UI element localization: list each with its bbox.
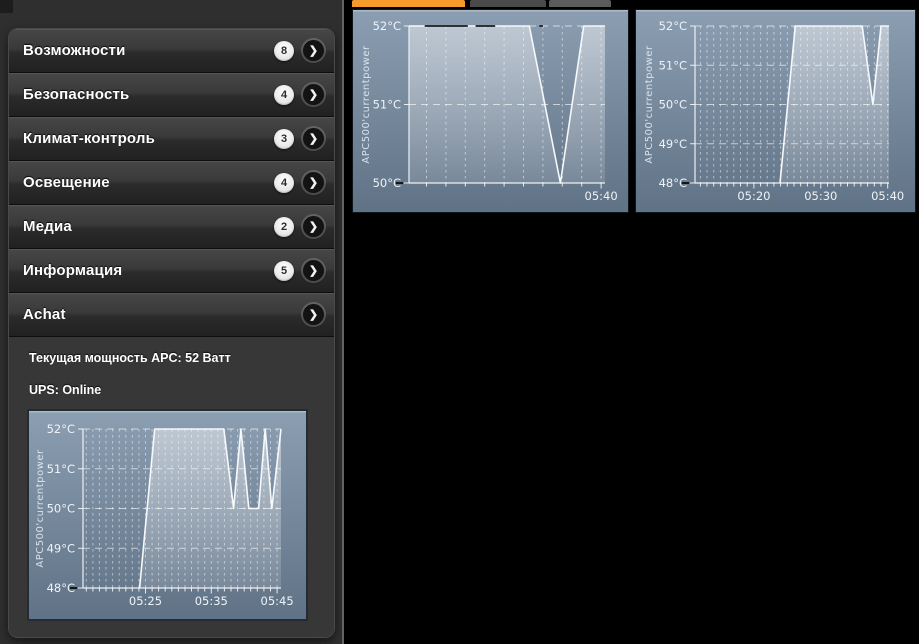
sidebar-item[interactable]: Возможности 8 ❯ (9, 29, 334, 73)
svg-text:05:25: 05:25 (129, 594, 162, 608)
corner-notch (0, 0, 13, 13)
sidebar-item[interactable]: Achat ❯ (9, 293, 334, 337)
chevron-right-icon[interactable]: ❯ (303, 172, 324, 193)
chevron-right-icon[interactable]: ❯ (303, 304, 324, 325)
svg-text:50°C: 50°C (659, 98, 687, 112)
svg-text:05:40: 05:40 (871, 189, 904, 203)
svg-text:52°C: 52°C (47, 422, 75, 436)
sidebar-item-label: Медиа (23, 218, 72, 235)
sidebar: Возможности 8 ❯ Безопасность 4 ❯ Климат-… (0, 0, 342, 644)
chevron-right-icon[interactable]: ❯ (303, 260, 324, 281)
sidebar-content-divider (342, 0, 344, 644)
svg-text:05:45: 05:45 (261, 594, 294, 608)
ups-status-text: UPS: Online (29, 383, 102, 397)
sidebar-item[interactable]: Информация 5 ❯ (9, 249, 334, 293)
svg-text:05:20: 05:20 (737, 189, 770, 203)
sidebar-item[interactable]: Безопасность 4 ❯ (9, 73, 334, 117)
tab-2[interactable] (470, 0, 546, 7)
chevron-right-icon[interactable]: ❯ (303, 216, 324, 237)
menu-rows: Возможности 8 ❯ Безопасность 4 ❯ Климат-… (9, 29, 334, 337)
svg-text:05:40: 05:40 (585, 189, 618, 203)
chart-panel-ups-power[interactable]: 48°C 49°C 50°C 51°C 52°C 05:25 05:35 05:45 APC50… (27, 409, 308, 621)
svg-text:49°C: 49°C (659, 137, 687, 151)
apc-power-text: Текущая мощность APC: 52 Ватт (29, 351, 231, 365)
sidebar-item-label: Безопасность (23, 86, 130, 103)
chart-panel-power-history[interactable]: 48°C 49°C 50°C 51°C 52°C 05:20 05:30 05:40 APC50… (635, 9, 916, 213)
chart-svg: 50°C 51°C 52°C 05:40 APC500'currentpower (353, 10, 628, 212)
count-badge: 2 (274, 216, 294, 237)
chart-panel-power-zoomed[interactable]: 50°C 51°C 52°C 05:40 APC500'currentpower (352, 9, 629, 213)
sidebar-item-label: Информация (23, 262, 123, 279)
svg-text:51°C: 51°C (373, 98, 401, 112)
svg-text:APC500'currentpower: APC500'currentpower (644, 45, 655, 164)
svg-text:52°C: 52°C (659, 19, 687, 33)
count-badge: 5 (274, 260, 294, 281)
svg-text:51°C: 51°C (659, 58, 687, 72)
chevron-right-icon[interactable]: ❯ (303, 40, 324, 61)
svg-text:48°C: 48°C (659, 176, 687, 190)
svg-text:APC500'currentpower: APC500'currentpower (361, 45, 372, 164)
sidebar-item-label: Возможности (23, 42, 126, 59)
chevron-right-icon[interactable]: ❯ (303, 84, 324, 105)
achat-expanded-panel: Текущая мощность APC: 52 Ватт UPS: Onlin… (9, 337, 334, 637)
svg-text:05:35: 05:35 (195, 594, 228, 608)
sidebar-item[interactable]: Освещение 4 ❯ (9, 161, 334, 205)
tab-3[interactable] (549, 0, 611, 7)
chart-svg: 48°C 49°C 50°C 51°C 52°C 05:20 05:30 05:40 APC50… (636, 10, 915, 212)
svg-text:50°C: 50°C (373, 176, 401, 190)
svg-text:50°C: 50°C (47, 502, 75, 516)
svg-text:APC500'currentpower: APC500'currentpower (35, 449, 46, 568)
chevron-right-icon[interactable]: ❯ (303, 128, 324, 149)
app-root: Возможности 8 ❯ Безопасность 4 ❯ Климат-… (0, 0, 919, 644)
sidebar-item-label: Освещение (23, 174, 110, 191)
svg-text:48°C: 48°C (47, 581, 75, 595)
svg-text:49°C: 49°C (47, 541, 75, 555)
svg-text:51°C: 51°C (47, 462, 75, 476)
sidebar-item[interactable]: Климат-контроль 3 ❯ (9, 117, 334, 161)
count-badge: 4 (274, 172, 294, 193)
sidebar-item[interactable]: Медиа 2 ❯ (9, 205, 334, 249)
count-badge: 8 (274, 40, 294, 61)
svg-text:05:30: 05:30 (804, 189, 837, 203)
sidebar-item-label: Климат-контроль (23, 130, 156, 147)
svg-text:52°C: 52°C (373, 19, 401, 33)
sidebar-item-label: Achat (23, 306, 66, 323)
accordion-menu: Возможности 8 ❯ Безопасность 4 ❯ Климат-… (8, 28, 335, 638)
count-badge: 3 (274, 128, 294, 149)
chart-svg: 48°C 49°C 50°C 51°C 52°C 05:25 05:35 05:45 APC50… (29, 411, 306, 619)
count-badge: 4 (274, 84, 294, 105)
tab-active[interactable] (352, 0, 465, 7)
